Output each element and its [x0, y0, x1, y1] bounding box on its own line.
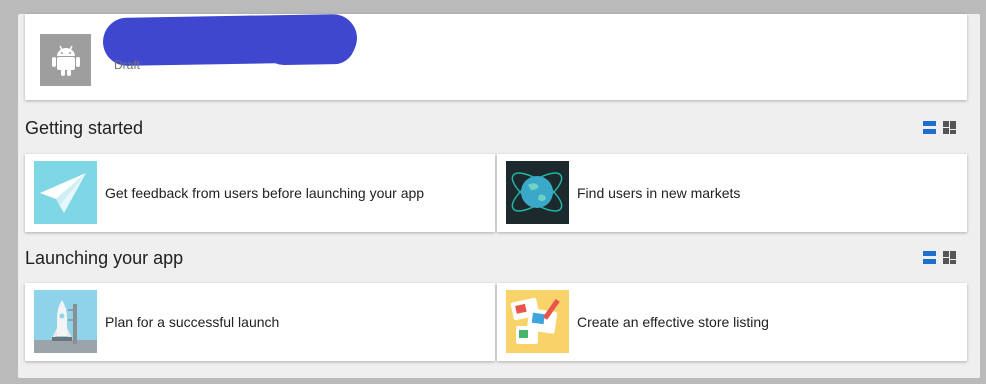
getting-started-cards: Get feedback from users before launching… — [25, 154, 967, 234]
app-status: Draft — [114, 58, 141, 72]
dashboard-panel: Draft Getting started Get feedback from … — [18, 13, 980, 378]
list-view-icon[interactable] — [923, 251, 936, 264]
android-icon — [40, 34, 91, 86]
grid-view-icon[interactable] — [943, 121, 956, 134]
paper-plane-icon — [34, 161, 97, 224]
app-header-card[interactable]: Draft — [25, 13, 967, 100]
list-view-icon[interactable] — [923, 121, 936, 134]
card-store-listing[interactable]: Create an effective store listing — [497, 283, 967, 361]
view-toggle-group — [923, 121, 956, 134]
card-label: Plan for a successful launch — [105, 314, 280, 330]
section-title-getting-started: Getting started — [25, 118, 144, 138]
card-label: Create an effective store listing — [577, 314, 769, 330]
card-label: Get feedback from users before launching… — [105, 185, 425, 201]
card-label: Find users in new markets — [577, 185, 741, 201]
card-get-feedback[interactable]: Get feedback from users before launching… — [25, 154, 495, 232]
grid-view-icon[interactable] — [943, 251, 956, 264]
launching-cards: Plan for a successful launch Create an e… — [25, 283, 967, 363]
rocket-icon — [34, 290, 97, 353]
section-title-launching: Launching your app — [25, 248, 184, 268]
redacted-app-name — [102, 13, 358, 67]
card-plan-launch[interactable]: Plan for a successful launch — [25, 283, 495, 361]
card-find-users[interactable]: Find users in new markets — [497, 154, 967, 232]
view-toggle-group — [923, 251, 956, 264]
globe-icon — [506, 161, 569, 224]
store-listing-icon — [506, 290, 569, 353]
